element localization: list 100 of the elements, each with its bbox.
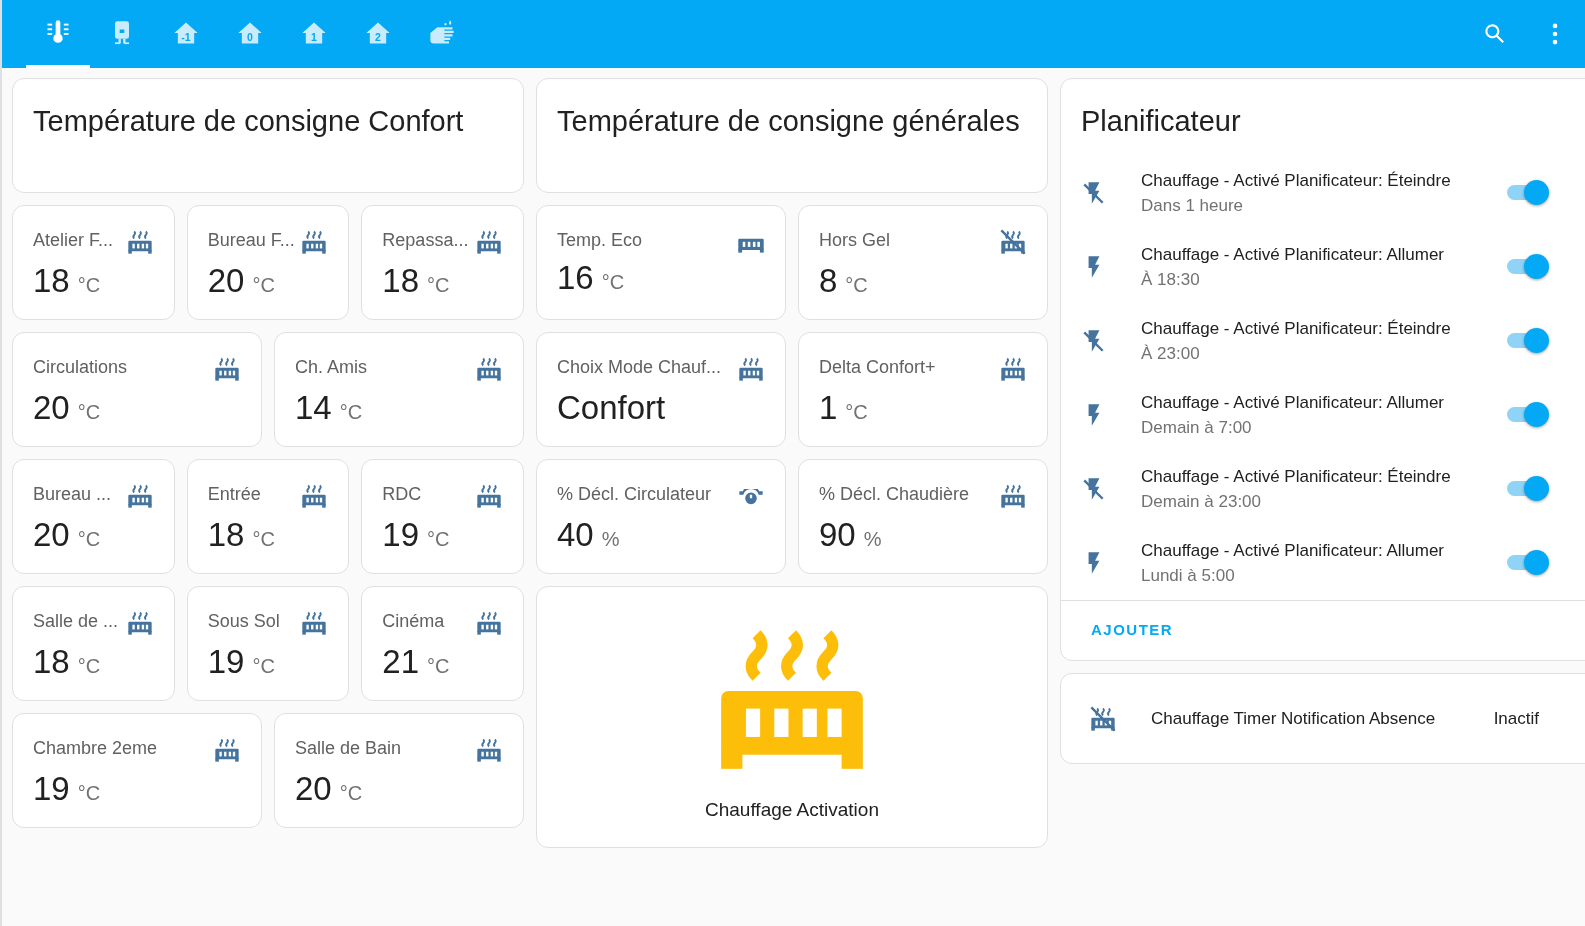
entity-card[interactable]: Bureau ... 20 °C bbox=[12, 459, 175, 574]
entity-unit: °C bbox=[339, 782, 363, 805]
radiator-heat-icon bbox=[213, 355, 241, 383]
entity-value: 19 bbox=[33, 770, 70, 808]
entity-card[interactable]: Repassa... 18 °C bbox=[361, 205, 524, 320]
entity-value: 20 bbox=[295, 770, 332, 808]
entity-name: Choix Mode Chauf... bbox=[557, 356, 722, 378]
radiator-heat-icon bbox=[125, 228, 154, 256]
radiator-heat-icon bbox=[300, 609, 329, 637]
entity-card[interactable]: Salle de ... 18 °C bbox=[12, 586, 175, 701]
entity-card[interactable]: Temp. Eco 16 °C bbox=[536, 205, 786, 320]
radiator-heat-icon bbox=[213, 736, 241, 764]
radiator-off-icon bbox=[1089, 704, 1117, 733]
entity-name: % Décl. Circulateur bbox=[557, 483, 712, 505]
entity-value: 20 bbox=[33, 389, 70, 427]
entity-unit: °C bbox=[77, 528, 101, 551]
radiator-heat-icon bbox=[475, 228, 503, 256]
entity-name: Hors Gel bbox=[819, 229, 890, 251]
entity-card[interactable]: Ch. Amis 14 °C bbox=[274, 332, 524, 447]
entity-card[interactable]: Delta Confort+ 1 °C bbox=[798, 332, 1048, 447]
entity-value: 14 bbox=[295, 389, 332, 427]
entity-card[interactable]: Chambre 2eme 19 °C bbox=[12, 713, 262, 828]
entity-unit: °C bbox=[427, 528, 450, 551]
radiator-heat-icon bbox=[300, 228, 329, 256]
entity-card[interactable]: Salle de Bain 20 °C bbox=[274, 713, 524, 828]
entity-name: Circulations bbox=[33, 356, 128, 378]
entity-card[interactable]: Bureau F... 20 °C bbox=[186, 205, 350, 320]
radiator-off-icon bbox=[999, 228, 1027, 256]
entity-unit: % bbox=[601, 528, 620, 551]
radiator-heat-icon bbox=[737, 355, 765, 383]
toggle-thumb[interactable] bbox=[1524, 254, 1549, 279]
toggle-thumb[interactable] bbox=[1524, 402, 1549, 427]
radiator-icon bbox=[737, 238, 765, 254]
entity-value: 18 bbox=[33, 643, 70, 681]
entity-value: 20 bbox=[33, 516, 70, 554]
radiator-heat-icon bbox=[475, 609, 503, 637]
radiator-heat-icon bbox=[999, 355, 1027, 383]
entity-unit: °C bbox=[845, 401, 868, 424]
entity-name: % Décl. Chaudière bbox=[819, 483, 970, 505]
entity-name: Chambre 2eme bbox=[33, 737, 158, 759]
entity-name: RDC bbox=[382, 483, 422, 505]
entity-card[interactable]: % Décl. Circulateur 40 % bbox=[536, 459, 786, 574]
entity-card[interactable]: Entrée 18 °C bbox=[186, 459, 350, 574]
entity-card[interactable]: Atelier F... 18 °C bbox=[12, 205, 175, 320]
card-title: Température de consigne Confort bbox=[33, 105, 465, 138]
schedule-time: Lundi à 5:00 bbox=[1141, 565, 1236, 586]
more-icon bbox=[1552, 23, 1558, 45]
schedule-name: Chauffage - Activé Planificateur: Éteindre bbox=[1141, 318, 1452, 339]
schedule-time: À 18:30 bbox=[1141, 269, 1201, 290]
entity-name: Bureau F... bbox=[207, 229, 295, 251]
toggle-thumb[interactable] bbox=[1524, 550, 1549, 575]
entity-unit: °C bbox=[427, 655, 450, 678]
radiator-heat-icon bbox=[300, 482, 329, 510]
card-title: Planificateur bbox=[1080, 105, 1242, 139]
toggle-thumb[interactable] bbox=[1524, 180, 1549, 205]
entity-value: 16 bbox=[557, 259, 594, 298]
entity-card[interactable]: Circulations 20 °C bbox=[12, 332, 262, 447]
entity-card[interactable]: RDC 19 °C bbox=[361, 459, 524, 574]
entity-name: Bureau ... bbox=[33, 483, 112, 505]
toggle-thumb[interactable] bbox=[1524, 328, 1549, 353]
timer-name: Chauffage Timer Notification Absence bbox=[1151, 708, 1437, 729]
entity-value: 40 bbox=[557, 516, 594, 554]
entity-card[interactable]: Sous Sol 19 °C bbox=[186, 586, 350, 701]
entity-value: 21 bbox=[382, 643, 420, 681]
entity-card[interactable]: Hors Gel 8 °C bbox=[798, 205, 1048, 320]
entity-name: Repassa... bbox=[382, 229, 469, 251]
entity-name: Cinéma bbox=[382, 610, 445, 632]
card-title: Température de consigne générales bbox=[557, 105, 1021, 138]
radiator-heat-icon bbox=[475, 355, 503, 383]
toggle-thumb[interactable] bbox=[1524, 476, 1549, 501]
schedule-name: Chauffage - Activé Planificateur: Éteindre bbox=[1141, 466, 1452, 487]
entity-card[interactable]: Cinéma 21 °C bbox=[361, 586, 524, 701]
entity-name: Temp. Eco bbox=[557, 229, 643, 251]
radiator-heat-icon bbox=[475, 482, 503, 510]
radiator-heat-icon bbox=[475, 736, 503, 764]
entity-unit: °C bbox=[427, 274, 450, 297]
timer-state: Inactif bbox=[1493, 708, 1539, 729]
schedule-name: Chauffage - Activé Planificateur: Éteindre bbox=[1141, 170, 1452, 191]
entity-value: 18 bbox=[382, 262, 420, 300]
schedule-name: Chauffage - Activé Planificateur: Allumer bbox=[1141, 540, 1445, 561]
entity-name: Ch. Amis bbox=[295, 356, 368, 378]
entity-value: 19 bbox=[382, 516, 420, 554]
entity-unit: °C bbox=[77, 401, 101, 424]
entity-value: 20 bbox=[207, 262, 245, 300]
entity-name: Delta Confort+ bbox=[819, 356, 936, 378]
entity-name: Atelier F... bbox=[33, 229, 114, 251]
schedule-time: Dans 1 heure bbox=[1141, 195, 1245, 216]
entity-unit: °C bbox=[339, 401, 363, 424]
entity-name: Sous Sol bbox=[207, 610, 280, 632]
entity-card[interactable]: % Décl. Chaudière 90 % bbox=[798, 459, 1048, 574]
schedule-name: Chauffage - Activé Planificateur: Allumer bbox=[1141, 244, 1445, 265]
entity-card[interactable]: Choix Mode Chauf... Confort bbox=[536, 332, 786, 447]
entity-name: Entrée bbox=[207, 483, 261, 505]
hand-wash-icon bbox=[428, 18, 456, 47]
entity-unit: °C bbox=[77, 274, 101, 297]
radiator-heat-icon bbox=[125, 609, 154, 637]
entity-unit: °C bbox=[252, 655, 275, 678]
schedule-name: Chauffage - Activé Planificateur: Allumer bbox=[1141, 392, 1445, 413]
activation-button[interactable]: Chauffage Activation bbox=[536, 586, 1048, 848]
entity-name: Salle de ... bbox=[33, 610, 119, 632]
